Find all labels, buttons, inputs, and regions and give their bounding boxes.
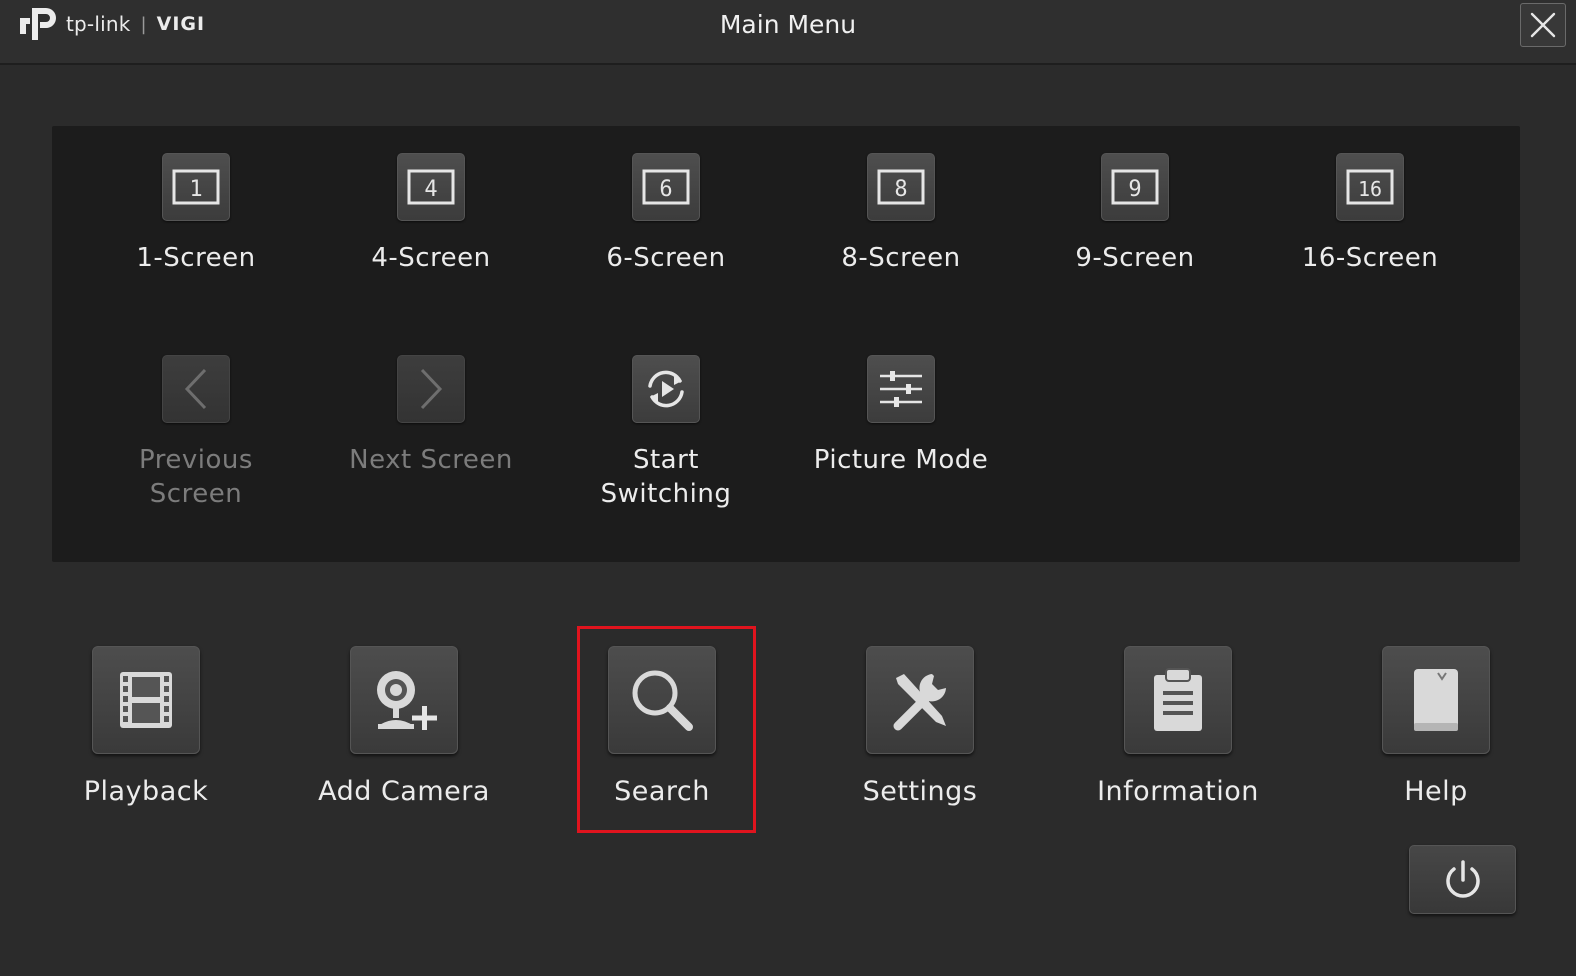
sliders-icon bbox=[867, 355, 935, 423]
add-camera-label: Add Camera bbox=[318, 776, 490, 807]
svg-text:8: 8 bbox=[894, 177, 907, 202]
tile-label: 16-Screen bbox=[1301, 243, 1439, 273]
layout-8-screen-tile[interactable]: 8 8-Screen bbox=[791, 153, 1011, 275]
svg-text:16: 16 bbox=[1358, 177, 1382, 201]
information-button[interactable]: Information bbox=[1068, 646, 1288, 807]
add-camera-button[interactable]: Add Camera bbox=[294, 646, 514, 807]
tile-label: 1-Screen bbox=[136, 243, 256, 273]
help-label: Help bbox=[1404, 776, 1468, 807]
svg-text:4: 4 bbox=[424, 177, 437, 202]
close-button[interactable] bbox=[1520, 3, 1566, 47]
tile-label-line: Screen bbox=[149, 479, 243, 509]
tile-label: Start Switching bbox=[556, 443, 776, 511]
tile-label-line: Previous bbox=[139, 445, 253, 475]
layout-4-screen-tile[interactable]: 4 4-Screen bbox=[321, 153, 541, 275]
playback-button[interactable]: Playback bbox=[36, 646, 256, 807]
layout-6-icon: 6 bbox=[632, 153, 700, 221]
power-button[interactable] bbox=[1409, 845, 1516, 914]
settings-label: Settings bbox=[862, 776, 978, 807]
book-icon bbox=[1382, 646, 1490, 754]
chevron-left-icon bbox=[162, 355, 230, 423]
tile-label-line: Start bbox=[632, 445, 699, 475]
picture-mode-tile[interactable]: Picture Mode bbox=[791, 355, 1011, 477]
layout-4-icon: 4 bbox=[397, 153, 465, 221]
next-screen-tile[interactable]: Next Screen bbox=[321, 355, 541, 477]
settings-button[interactable]: Settings bbox=[810, 646, 1030, 807]
previous-screen-tile[interactable]: Previous Screen bbox=[86, 355, 306, 511]
clipboard-icon bbox=[1124, 646, 1232, 754]
tools-icon bbox=[866, 646, 974, 754]
tile-label: Next Screen bbox=[349, 445, 513, 475]
view-layout-panel: 1 1-Screen 4 4-Screen 6 6-Screen 8 8-Scr… bbox=[52, 126, 1520, 562]
film-icon bbox=[92, 646, 200, 754]
tile-label: 9-Screen bbox=[1075, 243, 1195, 273]
svg-text:6: 6 bbox=[659, 177, 672, 202]
tile-label: 8-Screen bbox=[841, 243, 961, 273]
layout-9-icon: 9 bbox=[1101, 153, 1169, 221]
layout-6-screen-tile[interactable]: 6 6-Screen bbox=[556, 153, 776, 275]
tile-label: Previous Screen bbox=[86, 443, 306, 511]
layout-9-screen-tile[interactable]: 9 9-Screen bbox=[1025, 153, 1245, 275]
layout-1-screen-tile[interactable]: 1 1-Screen bbox=[86, 153, 306, 275]
layout-16-screen-tile[interactable]: 16 16-Screen bbox=[1260, 153, 1480, 275]
power-icon bbox=[1445, 859, 1480, 898]
layout-16-icon: 16 bbox=[1336, 153, 1404, 221]
tile-label-line: Switching bbox=[600, 479, 732, 509]
add-camera-icon bbox=[350, 646, 458, 754]
tile-label: Picture Mode bbox=[813, 445, 989, 475]
auto-switch-icon bbox=[632, 355, 700, 423]
layout-1-icon: 1 bbox=[162, 153, 230, 221]
page-title: Main Menu bbox=[719, 10, 857, 39]
layout-8-icon: 8 bbox=[867, 153, 935, 221]
svg-text:9: 9 bbox=[1128, 177, 1141, 202]
svg-text:1: 1 bbox=[189, 177, 202, 202]
title-bar: tp-link | VIGI Main Menu bbox=[0, 0, 1576, 65]
help-button[interactable]: Help bbox=[1326, 646, 1546, 807]
playback-label: Playback bbox=[83, 776, 209, 807]
start-switching-tile[interactable]: Start Switching bbox=[556, 355, 776, 511]
information-label: Information bbox=[1097, 776, 1259, 807]
search-highlight-box bbox=[577, 626, 756, 833]
close-icon bbox=[1530, 12, 1556, 38]
tile-label: 6-Screen bbox=[606, 243, 726, 273]
tile-label: 4-Screen bbox=[371, 243, 491, 273]
chevron-right-icon bbox=[397, 355, 465, 423]
